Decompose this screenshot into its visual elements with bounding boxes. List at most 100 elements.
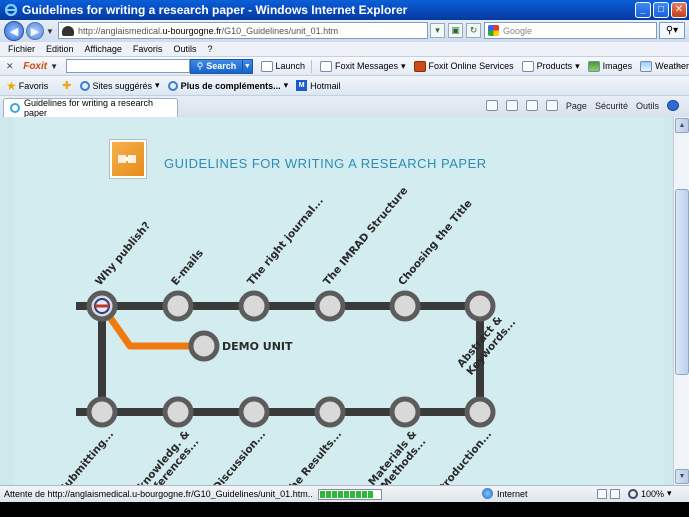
compatibility-icon[interactable]: ▣: [448, 23, 463, 38]
station-bottom-5[interactable]: [389, 396, 421, 428]
menu-fichier[interactable]: Fichier: [8, 44, 35, 54]
tab-guidelines[interactable]: Guidelines for writing a research paper: [3, 98, 178, 118]
foxit-search-dropdown[interactable]: ▼: [243, 58, 253, 74]
vertical-scrollbar[interactable]: ▲ ▼: [673, 117, 689, 485]
station-abstract[interactable]: [464, 290, 496, 322]
station-bottom-1[interactable]: [86, 396, 118, 428]
page-menu[interactable]: Page: [566, 101, 587, 111]
home-icon[interactable]: [485, 100, 498, 111]
search-go-icon[interactable]: ⚲▾: [659, 22, 685, 39]
metro-tracks: [76, 302, 484, 416]
foxit-online-services-button[interactable]: Foxit Online Services: [413, 60, 514, 72]
screen-bottom: [0, 502, 689, 517]
internet-zone-icon: [482, 488, 493, 499]
favorites-button[interactable]: Favoris: [19, 81, 49, 91]
search-input[interactable]: Google: [484, 22, 657, 39]
foxit-search-label: Search: [206, 61, 237, 71]
station-bottom-4[interactable]: [314, 396, 346, 428]
forward-button[interactable]: ▶: [26, 22, 44, 40]
station-bottom-3[interactable]: [238, 396, 270, 428]
station-top-2[interactable]: [162, 290, 194, 322]
metro-line: [76, 302, 484, 416]
address-input[interactable]: http://anglaismedical. u-bourgogne.fr/G10…: [58, 22, 428, 39]
station-label-bottom-4: The Results...: [283, 428, 344, 485]
chevron-down-icon: ▾: [401, 60, 406, 71]
popup-blocker-icon[interactable]: [610, 489, 620, 499]
refresh-icon[interactable]: ↻: [466, 23, 481, 38]
chevron-down-icon: ▾: [575, 60, 580, 71]
menu-affichage[interactable]: Affichage: [85, 44, 122, 54]
foxit-logo[interactable]: Foxit ▼: [23, 61, 58, 72]
scroll-up-icon[interactable]: ▲: [675, 118, 689, 133]
help-icon[interactable]: [667, 100, 679, 111]
security-menu[interactable]: Sécurité: [595, 101, 628, 111]
command-bar: Page Sécurité Outils: [485, 100, 679, 111]
images-icon: [587, 60, 600, 72]
menu-outils[interactable]: Outils: [173, 44, 196, 54]
menu-edition[interactable]: Edition: [46, 44, 74, 54]
scroll-down-icon[interactable]: ▼: [675, 469, 689, 484]
station-demo-unit[interactable]: [188, 330, 220, 362]
foxit-messages-button[interactable]: Foxit Messages ▾: [319, 60, 406, 72]
launch-label: Launch: [275, 61, 306, 71]
back-button[interactable]: ◀: [4, 21, 24, 41]
close-button[interactable]: ✕: [671, 2, 687, 18]
mail-icon[interactable]: [525, 100, 538, 111]
chevron-down-icon: ▼: [50, 61, 59, 71]
close-toolbar-icon[interactable]: ✕: [6, 61, 15, 72]
feeds-icon[interactable]: [505, 100, 518, 111]
station-bottom-6[interactable]: [464, 396, 496, 428]
zoom-label: 100%: [641, 488, 665, 499]
tab-title: Guidelines for writing a research paper: [23, 98, 153, 118]
url-path: /G10_Guidelines/unit_01.htm: [221, 25, 339, 36]
station-top-4[interactable]: [314, 290, 346, 322]
metro-map: Why publish? E-mails The right journal...T…: [57, 185, 518, 485]
security-zone[interactable]: Internet: [482, 488, 528, 499]
menu-favoris[interactable]: Favoris: [133, 44, 163, 54]
weather-button[interactable]: Weather: [640, 60, 689, 72]
loading-progress: [318, 489, 382, 500]
station-label-top-1: Why publish?: [93, 220, 153, 288]
station-label-bottom-6: Introduction...: [430, 428, 494, 485]
window-titlebar[interactable]: Guidelines for writing a research paper …: [0, 0, 689, 20]
launch-icon: [260, 60, 273, 72]
images-button[interactable]: Images: [587, 60, 633, 72]
toolbar-overflow-icon[interactable]: »: [676, 60, 681, 70]
google-icon: [488, 25, 499, 36]
suggested-sites-link[interactable]: Sites suggérés ▾: [79, 80, 160, 91]
weather-icon: [640, 60, 653, 72]
history-dropdown-icon[interactable]: ▼: [46, 27, 54, 36]
launch-button[interactable]: Launch: [260, 60, 306, 72]
chevron-down-icon: ▾: [155, 80, 160, 90]
hotmail-link[interactable]: M Hotmail: [296, 80, 341, 91]
protected-mode-icon[interactable]: [597, 489, 607, 499]
ie-page-icon: [167, 80, 178, 91]
ie-page-icon: [79, 80, 90, 91]
window-title: Guidelines for writing a research paper …: [22, 3, 408, 17]
foxit-messages-label: Foxit Messages: [334, 61, 399, 71]
scrollbar-thumb[interactable]: [675, 189, 689, 375]
images-label: Images: [602, 61, 633, 71]
ie-page-icon: [10, 103, 20, 113]
maximize-button[interactable]: □: [653, 2, 669, 18]
zoom-control[interactable]: 100% ▾: [628, 488, 672, 499]
minimize-button[interactable]: _: [635, 2, 651, 18]
status-bar: Attente de http://anglaismedical.u-bourg…: [0, 485, 689, 502]
station-bottom-2[interactable]: [162, 396, 194, 428]
address-dropdown-icon[interactable]: ▾: [430, 23, 445, 38]
products-label: Products: [536, 61, 573, 71]
tools-menu[interactable]: Outils: [636, 101, 659, 111]
station-top-5[interactable]: [389, 290, 421, 322]
menu-help[interactable]: ?: [207, 44, 212, 54]
station-top-3[interactable]: [238, 290, 270, 322]
add-favorite-icon[interactable]: ✚: [62, 79, 71, 92]
foxit-search-button[interactable]: ⚲ Search: [189, 58, 244, 74]
favorites-star-icon[interactable]: ★: [6, 79, 17, 93]
progress-fill: [320, 491, 374, 498]
browser-chrome: ◀ ▶ ▼ http://anglaismedical. u-bourgogne.…: [0, 20, 689, 118]
products-button[interactable]: Products ▾: [521, 60, 580, 72]
print-icon[interactable]: [545, 100, 558, 111]
url-host: u-bourgogne.fr: [162, 25, 222, 36]
more-addons-link[interactable]: Plus de compléments... ▾: [167, 80, 288, 91]
foxit-search-input[interactable]: [66, 59, 190, 73]
